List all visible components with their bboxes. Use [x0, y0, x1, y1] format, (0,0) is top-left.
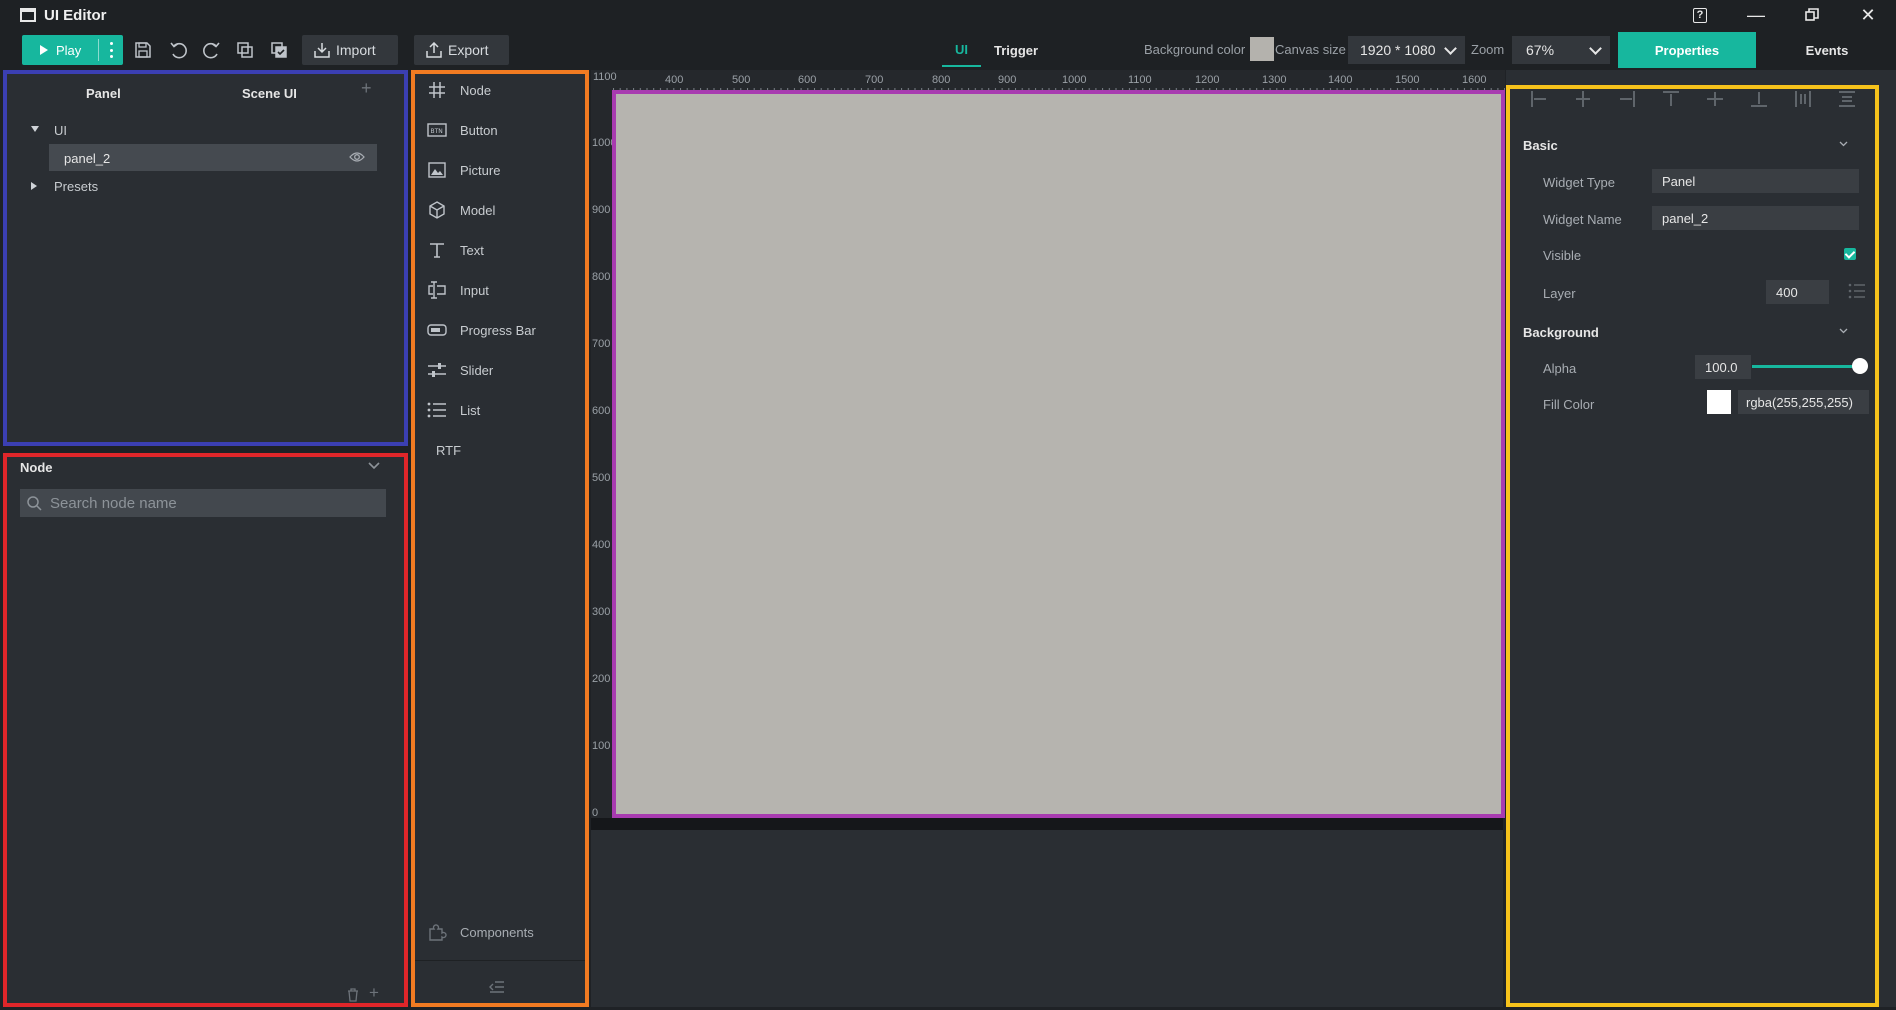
- ruler-tick: 800: [932, 74, 951, 86]
- ruler-tick: 600: [592, 405, 611, 417]
- mode-tabs: UI Trigger: [942, 30, 1051, 70]
- play-icon: [40, 45, 48, 55]
- ruler-tick: 700: [592, 338, 611, 350]
- chevron-down-icon: [1444, 42, 1457, 55]
- ruler-tick: 1100: [593, 71, 617, 83]
- ruler-tick: 200: [592, 673, 611, 685]
- background-color-label: Background color: [1144, 42, 1246, 57]
- close-button[interactable]: ✕: [1840, 0, 1896, 30]
- paste-icon[interactable]: [269, 40, 289, 60]
- canvas-bottom-area: [591, 830, 1503, 1007]
- title-bar: UI Editor ? — ✕: [0, 0, 1896, 30]
- ruler-tick: 1600: [1462, 74, 1487, 86]
- restore-icon: [1805, 8, 1819, 21]
- import-button[interactable]: Import: [302, 35, 398, 65]
- export-icon: [426, 42, 442, 58]
- ruler-tick: 400: [592, 539, 611, 551]
- node-panel-outline: [3, 453, 408, 1007]
- canvas-scrollbar[interactable]: [591, 818, 1503, 830]
- app-title: UI Editor: [44, 6, 107, 24]
- canvas-size-select[interactable]: 1920 * 1080: [1348, 36, 1465, 64]
- ruler-tick: 300: [592, 606, 611, 618]
- tab-ui[interactable]: UI: [942, 33, 981, 67]
- app-icon: [20, 8, 36, 22]
- ruler-tick: 500: [732, 74, 751, 86]
- play-label: Play: [56, 42, 82, 58]
- panel-tree-outline: [3, 70, 408, 446]
- ruler-tick: 1500: [1395, 74, 1420, 86]
- left-ruler: [591, 70, 613, 830]
- ruler-tick: 100: [592, 740, 611, 752]
- ruler-tick: 1100: [1128, 74, 1152, 86]
- tab-properties[interactable]: Properties: [1618, 32, 1756, 68]
- ruler-tick: 1300: [1262, 74, 1287, 86]
- ruler-tick: 700: [865, 74, 884, 86]
- restore-button[interactable]: [1784, 0, 1840, 30]
- ruler-tick: 400: [665, 74, 684, 86]
- ruler-tick: 900: [592, 204, 611, 216]
- export-label: Export: [448, 42, 489, 58]
- help-button[interactable]: ?: [1672, 0, 1728, 30]
- tab-trigger[interactable]: Trigger: [981, 30, 1051, 70]
- ruler-tick: 1200: [1195, 74, 1220, 86]
- chevron-down-icon: [1589, 42, 1602, 55]
- properties-outline: [1506, 85, 1879, 1007]
- close-icon: ✕: [1860, 4, 1876, 25]
- ruler-tick: 1000: [1062, 74, 1087, 86]
- widget-panel-outline: [411, 70, 589, 1007]
- help-icon: ?: [1693, 7, 1707, 23]
- export-button[interactable]: Export: [414, 35, 509, 65]
- canvas-size-label: Canvas size: [1275, 42, 1346, 57]
- ruler-tick: 600: [798, 74, 817, 86]
- import-icon: [314, 43, 330, 58]
- zoom-value: 67%: [1526, 42, 1555, 58]
- import-label: Import: [336, 42, 376, 58]
- canvas-outline: [612, 90, 1505, 818]
- ruler-tick: 1400: [1328, 74, 1353, 86]
- window-controls: ? — ✕: [1672, 0, 1896, 30]
- play-options-icon[interactable]: [106, 42, 116, 58]
- zoom-select[interactable]: 67%: [1512, 36, 1610, 64]
- save-icon[interactable]: [133, 40, 153, 60]
- tab-events[interactable]: Events: [1758, 32, 1896, 68]
- background-color-swatch[interactable]: [1250, 37, 1274, 61]
- ruler-tick: 500: [592, 472, 611, 484]
- redo-icon[interactable]: [202, 40, 222, 60]
- canvas-size-value: 1920 * 1080: [1360, 42, 1436, 58]
- undo-icon[interactable]: [168, 40, 188, 60]
- play-button[interactable]: Play: [22, 35, 123, 65]
- copy-icon[interactable]: [235, 40, 255, 60]
- minimize-icon: —: [1747, 4, 1765, 25]
- ruler-tick: 1000: [592, 137, 612, 149]
- minimize-button[interactable]: —: [1728, 0, 1784, 30]
- zoom-label: Zoom: [1471, 42, 1505, 57]
- toolbar: Play Import Export UI Trigger Background…: [0, 30, 1896, 70]
- ruler-tick: 800: [592, 271, 611, 283]
- ruler-tick: 900: [998, 74, 1017, 86]
